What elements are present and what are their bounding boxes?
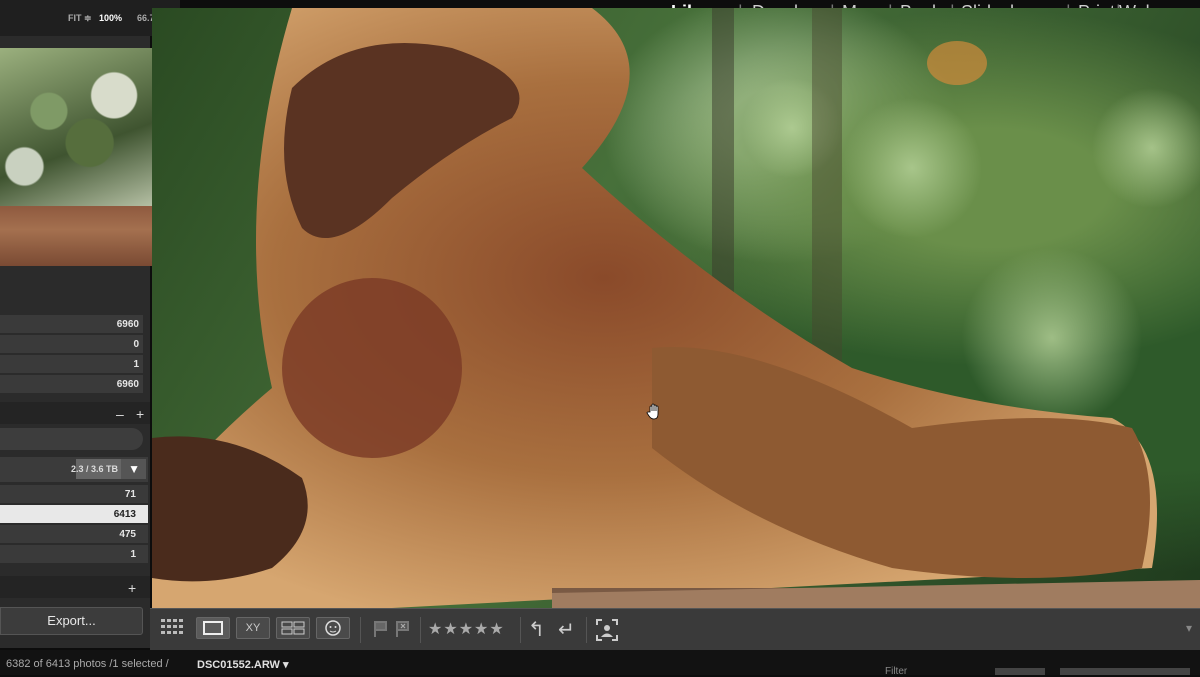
toolbar: XY ★★★★★ ↰ ↵ ▾ — [150, 608, 1200, 651]
plus-icon[interactable]: + — [128, 580, 136, 596]
toolbar-divider — [520, 617, 521, 643]
photo-monkey-image — [152, 8, 1200, 608]
folder-row[interactable]: 6413 — [0, 505, 148, 524]
catalog-stat-all-photos[interactable]: 6960 — [0, 315, 143, 334]
survey-view-button[interactable] — [276, 617, 310, 639]
flag-reject-icon[interactable] — [394, 619, 412, 639]
filter-label[interactable]: Filter — [885, 666, 907, 677]
volume-usage-label: 2.3 / 3.6 TB — [70, 464, 118, 474]
photo-count-text: 6382 of 6413 photos /1 selected / — [6, 658, 169, 670]
catalog-stat-quick-collection[interactable]: 0 — [0, 335, 143, 354]
loupe-photo-view[interactable] — [152, 8, 1200, 608]
rotate-left-icon[interactable]: ↰ — [528, 617, 545, 642]
toolbar-divider — [586, 617, 587, 643]
catalog-stat-total[interactable]: 6960 — [0, 375, 143, 394]
compare-view-button[interactable]: XY — [236, 617, 270, 639]
filter-preset-buttons[interactable] — [995, 668, 1045, 675]
folder-row[interactable]: 1 — [0, 545, 148, 564]
grid-view-icon — [161, 619, 183, 634]
zoom-fit-option[interactable]: FIT ≑ — [68, 13, 92, 24]
people-face-icon — [325, 620, 341, 636]
minus-icon[interactable]: – — [116, 406, 124, 422]
people-view-button[interactable] — [316, 617, 350, 639]
rotate-right-icon[interactable]: ↵ — [558, 617, 575, 642]
plus-icon[interactable]: + — [136, 406, 144, 422]
face-region-icon[interactable] — [595, 618, 619, 642]
selected-filename[interactable]: DSC01552.ARW ▾ — [197, 658, 289, 671]
loupe-view-button[interactable] — [196, 617, 230, 639]
folder-row[interactable]: 71 — [0, 485, 148, 504]
filename-menu-icon: ▾ — [283, 659, 289, 671]
navigator-preview[interactable] — [0, 48, 163, 266]
zoom-100-option[interactable]: 100% — [99, 13, 122, 23]
navigator-preview-wall — [0, 206, 155, 266]
star-rating[interactable]: ★★★★★ — [428, 619, 505, 639]
collections-section-header: + — [0, 576, 150, 598]
flag-pick-icon[interactable] — [372, 619, 390, 639]
toolbar-menu-icon[interactable]: ▾ — [1186, 621, 1192, 635]
catalog-stat-previous-import[interactable]: 1 — [0, 355, 143, 374]
volume-row[interactable]: 2.3 / 3.6 TB ▼ — [0, 457, 148, 482]
filmstrip-status-bar: 6382 of 6413 photos /1 selected / DSC015… — [0, 650, 1200, 677]
volume-disclosure-icon[interactable]: ▼ — [128, 462, 140, 476]
left-panel: FIT ≑ 100% 66.7% ≑ 6960 0 1 6960 – + 2.3… — [0, 0, 180, 648]
export-button[interactable]: Export... — [0, 607, 143, 635]
toolbar-divider — [360, 617, 361, 643]
folder-search-input[interactable] — [0, 428, 143, 450]
hand-pan-cursor-icon — [646, 403, 659, 420]
survey-view-icon — [281, 621, 305, 635]
navigator-preview-image — [0, 48, 163, 206]
loupe-view-icon — [203, 621, 223, 635]
folder-row[interactable]: 475 — [0, 525, 148, 544]
filter-dropdown[interactable] — [1060, 668, 1190, 675]
toolbar-divider — [420, 617, 421, 643]
filename-label: DSC01552.ARW — [197, 659, 280, 671]
grid-view-button[interactable] — [156, 617, 190, 639]
folders-section-header: – + — [0, 402, 150, 424]
